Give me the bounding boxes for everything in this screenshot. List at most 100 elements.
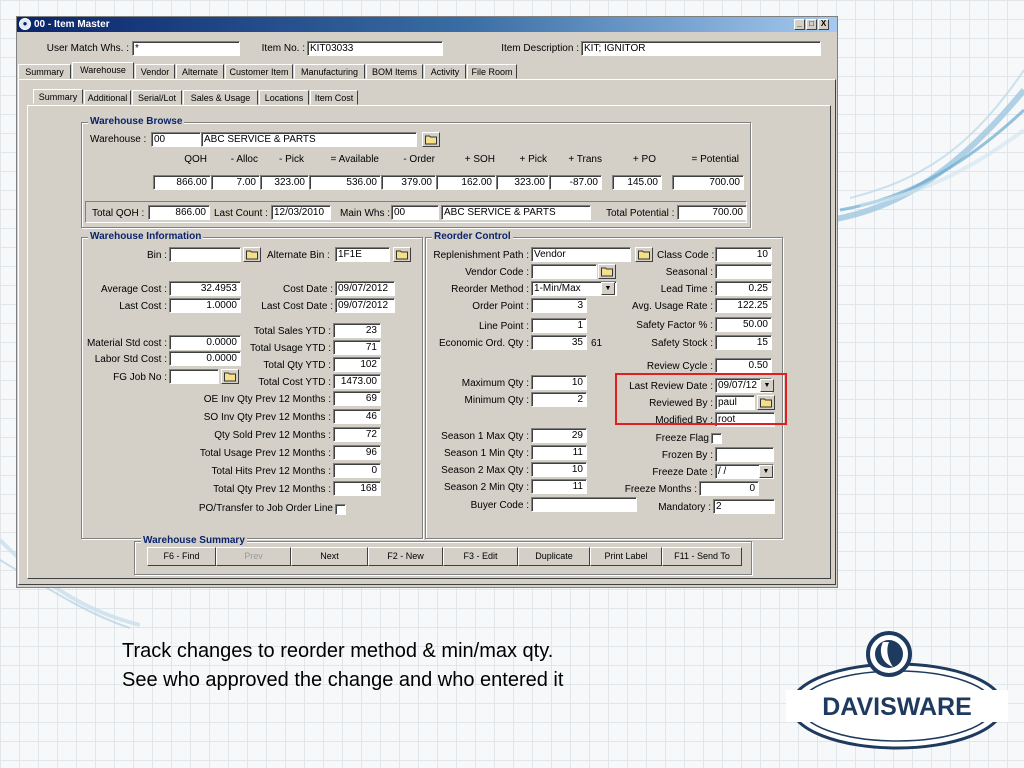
tab-alternate[interactable]: Alternate	[176, 64, 224, 79]
reorder-method-dropdown-icon[interactable]: ▼	[601, 282, 615, 295]
folder-icon	[638, 250, 650, 260]
item-description-label: Item Description :	[501, 43, 579, 54]
prev-button[interactable]: Prev	[216, 547, 291, 566]
pick2-value[interactable]: 323.00	[496, 175, 549, 190]
season1-min-input[interactable]: 11	[531, 445, 587, 460]
safety-stock-input[interactable]: 15	[715, 335, 772, 350]
season2-max-input[interactable]: 10	[531, 462, 587, 477]
warehouse-code-input[interactable]: 00	[151, 132, 201, 147]
bin-lookup-button[interactable]	[243, 247, 261, 262]
replenishment-path-input[interactable]: Vendor	[531, 247, 631, 262]
find-button[interactable]: F6 - Find	[147, 547, 216, 566]
class-code-input[interactable]: 10	[715, 247, 772, 262]
vendor-code-lookup-button[interactable]	[598, 264, 616, 279]
subtab-summary[interactable]: Summary	[33, 89, 83, 104]
total-usage-prev-value[interactable]: 96	[333, 445, 381, 460]
tab-summary[interactable]: Summary	[18, 64, 71, 79]
freeze-flag-checkbox[interactable]	[711, 433, 722, 444]
mandatory-input[interactable]: 2	[713, 499, 775, 514]
tab-manufacturing[interactable]: Manufacturing	[294, 64, 365, 79]
tab-warehouse[interactable]: Warehouse	[72, 62, 134, 79]
last-cost-input[interactable]: 1.0000	[169, 298, 241, 313]
maximum-qty-label: Maximum Qty :	[461, 378, 529, 389]
subtab-additional[interactable]: Additional	[84, 90, 131, 105]
subtab-serial-lot[interactable]: Serial/Lot	[132, 90, 182, 105]
tab-vendor[interactable]: Vendor	[135, 64, 175, 79]
season2-min-label: Season 2 Min Qty :	[443, 482, 529, 493]
review-cycle-input[interactable]: 0.50	[715, 358, 772, 373]
user-match-input[interactable]: *	[132, 41, 240, 56]
next-button[interactable]: Next	[291, 547, 368, 566]
subtab-locations[interactable]: Locations	[259, 90, 309, 105]
season2-min-input[interactable]: 11	[531, 479, 587, 494]
lead-time-label: Lead Time :	[660, 284, 713, 295]
so-inv-qty-value[interactable]: 46	[333, 409, 381, 424]
qoh-value[interactable]: 866.00	[153, 175, 211, 190]
total-qty-prev-value[interactable]: 168	[333, 481, 381, 496]
minimum-qty-input[interactable]: 2	[531, 392, 587, 407]
pick-value[interactable]: 323.00	[260, 175, 309, 190]
tab-activity[interactable]: Activity	[424, 64, 466, 79]
item-no-input[interactable]: KIT03033	[307, 41, 443, 56]
item-description-input[interactable]: KIT; IGNITOR	[581, 41, 821, 56]
title-bar[interactable]: ● 00 - Item Master _ □ X	[17, 17, 837, 32]
total-qoh-value[interactable]: 866.00	[148, 205, 210, 220]
subtab-sales-usage[interactable]: Sales & Usage	[183, 90, 258, 105]
economic-order-qty-input[interactable]: 35	[531, 335, 587, 350]
warehouse-information-title: Warehouse Information	[88, 231, 204, 243]
tab-bom-items[interactable]: BOM Items	[366, 64, 423, 79]
trans-value[interactable]: -87.00	[549, 175, 602, 190]
main-whs-code[interactable]: 00	[391, 205, 439, 220]
total-sales-ytd-value[interactable]: 23	[333, 323, 381, 338]
available-value[interactable]: 536.00	[309, 175, 381, 190]
close-button[interactable]: X	[818, 19, 829, 30]
po-value[interactable]: 145.00	[612, 175, 662, 190]
cost-date-input[interactable]: 09/07/2012	[335, 281, 395, 296]
col-pick2: + Pick	[519, 154, 547, 165]
edit-button[interactable]: F3 - Edit	[443, 547, 518, 566]
safety-factor-input[interactable]: 50.00	[715, 317, 772, 332]
total-potential-value[interactable]: 700.00	[677, 205, 747, 220]
alternate-bin-lookup-button[interactable]	[393, 247, 411, 262]
warehouse-name-input[interactable]: ABC SERVICE & PARTS	[201, 132, 417, 147]
total-hits-prev-value[interactable]: 0	[333, 463, 381, 478]
send-to-button[interactable]: F11 - Send To	[662, 547, 742, 566]
total-cost-ytd-value[interactable]: 1473.00	[333, 374, 381, 389]
season1-max-input[interactable]: 29	[531, 428, 587, 443]
last-count-value[interactable]: 12/03/2010	[271, 205, 331, 220]
tab-file-room[interactable]: File Room	[467, 64, 517, 79]
order-point-input[interactable]: 3	[531, 298, 587, 313]
warehouse-lookup-button[interactable]	[422, 132, 440, 147]
frozen-by-input[interactable]	[715, 447, 774, 462]
replenishment-path-lookup-button[interactable]	[635, 247, 653, 262]
alternate-bin-input[interactable]: 1F1E	[335, 247, 390, 262]
vendor-code-input[interactable]	[531, 264, 597, 279]
maximize-button[interactable]: □	[806, 19, 817, 30]
seasonal-input[interactable]	[715, 264, 772, 279]
last-cost-date-input[interactable]: 09/07/2012	[335, 298, 395, 313]
print-label-button[interactable]: Print Label	[590, 547, 662, 566]
maximum-qty-input[interactable]: 10	[531, 375, 587, 390]
total-qty-ytd-value[interactable]: 102	[333, 357, 381, 372]
soh-value[interactable]: 162.00	[436, 175, 496, 190]
freeze-date-dropdown-icon[interactable]: ▼	[759, 465, 773, 478]
freeze-months-input[interactable]: 0	[699, 481, 759, 496]
total-usage-ytd-value[interactable]: 71	[333, 340, 381, 355]
duplicate-button[interactable]: Duplicate	[518, 547, 590, 566]
lead-time-input[interactable]: 0.25	[715, 281, 772, 296]
minimize-button[interactable]: _	[794, 19, 805, 30]
potential-value[interactable]: 700.00	[672, 175, 744, 190]
alloc-value[interactable]: 7.00	[211, 175, 260, 190]
po-transfer-checkbox[interactable]	[335, 504, 346, 515]
order-value[interactable]: 379.00	[381, 175, 436, 190]
tab-customer-item[interactable]: Customer Item	[225, 64, 293, 79]
main-whs-name[interactable]: ABC SERVICE & PARTS	[441, 205, 591, 220]
subtab-item-cost[interactable]: Item Cost	[310, 90, 358, 105]
bin-input[interactable]	[169, 247, 241, 262]
oe-inv-qty-value[interactable]: 69	[333, 391, 381, 406]
line-point-input[interactable]: 1	[531, 318, 587, 333]
qty-sold-value[interactable]: 72	[333, 427, 381, 442]
average-cost-input[interactable]: 32.4953	[169, 281, 241, 296]
avg-usage-rate-input[interactable]: 122.25	[715, 298, 772, 313]
new-button[interactable]: F2 - New	[368, 547, 443, 566]
